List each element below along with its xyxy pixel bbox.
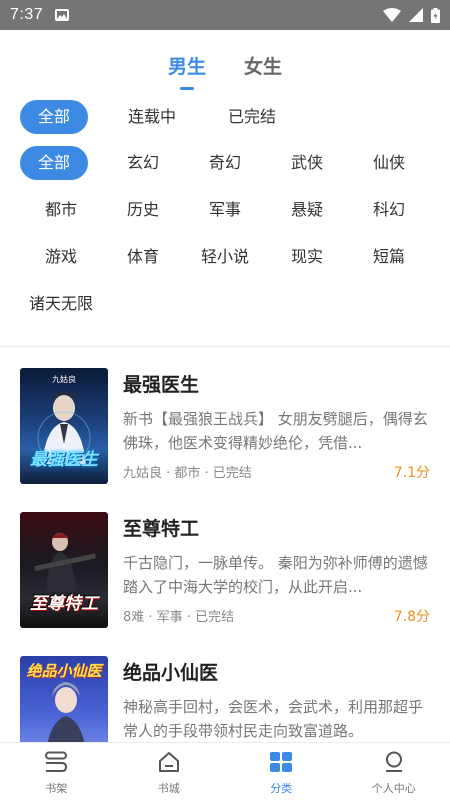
- nav-bookshelf[interactable]: 书架: [0, 743, 113, 800]
- book-meta-text: 九姑良 · 都市 · 已完结: [123, 466, 252, 481]
- tab-female[interactable]: 女生: [244, 48, 282, 86]
- book-info: 至尊特工 千古隐门，一脉单传。 秦阳为弥补师傅的遗憾踏入了中海大学的校门，从此开…: [123, 512, 430, 628]
- nav-category[interactable]: 分类: [225, 743, 338, 800]
- book-title: 绝品小仙医: [123, 662, 219, 684]
- category-chip[interactable]: 诸天无限: [20, 287, 102, 321]
- book-cover-title: 绝品小仙医: [26, 662, 102, 680]
- gender-tabs: 男生 女生: [0, 48, 450, 90]
- book-score: 7.8分: [393, 609, 430, 625]
- book-title: 最强医生: [123, 374, 200, 396]
- nav-bookstore-label: 书城: [157, 782, 180, 795]
- book-cover[interactable]: 九姑良 最强医生: [20, 368, 108, 484]
- category-chip[interactable]: 轻小说: [184, 240, 266, 274]
- book-item[interactable]: 九姑良 最强医生 最强医生 新书【最强狼王战兵】 女朋友劈腿后，偶得玄佛珠，他医…: [0, 368, 450, 512]
- grid-icon: [269, 751, 293, 777]
- book-description: 新书【最强狼王战兵】 女朋友劈腿后，偶得玄佛珠，他医术变得精妙绝伦，凭借...: [123, 410, 428, 452]
- book-list: 九姑良 最强医生 最强医生 新书【最强狼王战兵】 女朋友劈腿后，偶得玄佛珠，他医…: [0, 368, 450, 800]
- nav-bookstore[interactable]: 书城: [113, 743, 226, 800]
- book-meta: 8难 · 军事 · 已完结 7.8分: [123, 606, 430, 626]
- bottom-navigation: 书架 书城 分类 个人中心: [0, 742, 450, 800]
- category-chip[interactable]: 军事: [184, 193, 266, 227]
- category-chip[interactable]: 历史: [102, 193, 184, 227]
- nav-profile-label: 个人中心: [371, 782, 416, 795]
- book-score: 7.1分: [393, 465, 430, 481]
- book-meta: 九姑良 · 都市 · 已完结 7.1分: [123, 462, 430, 482]
- category-chip[interactable]: 游戏: [20, 240, 102, 274]
- home-icon: [157, 751, 181, 777]
- book-meta-text: 8难 · 军事 · 已完结: [123, 610, 235, 625]
- image-notification-icon: [55, 9, 70, 21]
- status-filter-ongoing[interactable]: 连载中: [102, 100, 202, 134]
- battery-icon: [431, 7, 440, 23]
- category-chip[interactable]: 体育: [102, 240, 184, 274]
- status-bar: 7:37: [0, 0, 450, 30]
- book-cover-author: 九姑良: [52, 375, 76, 384]
- status-time: 7:37: [10, 6, 44, 23]
- book-item[interactable]: 至尊特工 至尊特工 千古隐门，一脉单传。 秦阳为弥补师傅的遗憾踏入了中海大学的校…: [0, 512, 450, 656]
- signal-icon: [409, 8, 423, 22]
- category-chip[interactable]: 仙侠: [348, 146, 430, 180]
- category-filter-grid: 全部 玄幻 奇幻 武侠 仙侠 都市 历史 军事 悬疑 科幻 游戏 体育 轻小说 …: [20, 146, 440, 334]
- category-chip[interactable]: 现实: [266, 240, 348, 274]
- nav-profile[interactable]: 个人中心: [338, 743, 450, 800]
- category-chip[interactable]: 科幻: [348, 193, 430, 227]
- book-description: 神秘高手回村，会医术，会武术，利用那超乎常人的手段带领村民走向致富道路。: [123, 698, 424, 740]
- status-filter-all[interactable]: 全部: [20, 100, 88, 134]
- status-filter-row: 全部 连载中 已完结: [20, 100, 440, 146]
- section-divider: [0, 346, 450, 347]
- nav-bookshelf-label: 书架: [45, 782, 68, 795]
- category-chip[interactable]: 奇幻: [184, 146, 266, 180]
- book-cover-title: 至尊特工: [30, 594, 98, 614]
- book-cover-title: 最强医生: [30, 450, 98, 470]
- category-chip[interactable]: 短篇: [348, 240, 430, 274]
- person-icon: [382, 751, 406, 777]
- category-chip[interactable]: 全部: [20, 146, 88, 180]
- category-chip[interactable]: 悬疑: [266, 193, 348, 227]
- status-filter-finished[interactable]: 已完结: [202, 100, 302, 134]
- category-chip[interactable]: 玄幻: [102, 146, 184, 180]
- book-title: 至尊特工: [123, 518, 200, 540]
- category-chip[interactable]: 都市: [20, 193, 102, 227]
- bookshelf-icon: [44, 751, 68, 777]
- wifi-icon: [383, 8, 401, 22]
- filter-panel: 全部 连载中 已完结 全部 玄幻 奇幻 武侠 仙侠 都市 历史 军事 悬疑 科幻…: [20, 100, 440, 334]
- book-info: 最强医生 新书【最强狼王战兵】 女朋友劈腿后，偶得玄佛珠，他医术变得精妙绝伦，凭…: [123, 368, 430, 484]
- tab-male[interactable]: 男生: [168, 48, 206, 90]
- book-description: 千古隐门，一脉单传。 秦阳为弥补师傅的遗憾踏入了中海大学的校门，从此开启...: [123, 554, 428, 596]
- nav-category-label: 分类: [270, 782, 293, 795]
- book-cover[interactable]: 至尊特工: [20, 512, 108, 628]
- category-chip[interactable]: 武侠: [266, 146, 348, 180]
